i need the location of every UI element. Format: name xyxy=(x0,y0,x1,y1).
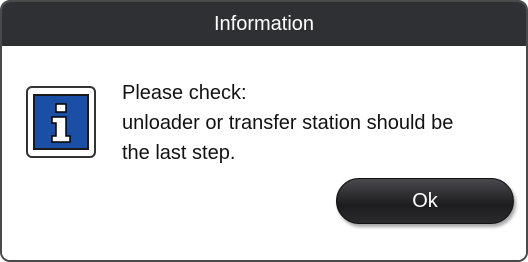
dialog-title: Information xyxy=(2,2,526,46)
info-glyph-icon xyxy=(35,96,87,148)
info-icon-frame xyxy=(26,86,96,158)
message-line: unloader or transfer station should be xyxy=(122,112,454,134)
message-line: the last step. xyxy=(122,142,236,164)
information-dialog: Information Please check: unloader or tr… xyxy=(0,0,528,262)
ok-button[interactable]: Ok xyxy=(336,178,514,224)
dialog-message: Please check: unloader or transfer stati… xyxy=(122,78,453,168)
info-icon xyxy=(33,94,89,150)
message-line: Please check: xyxy=(122,82,247,104)
